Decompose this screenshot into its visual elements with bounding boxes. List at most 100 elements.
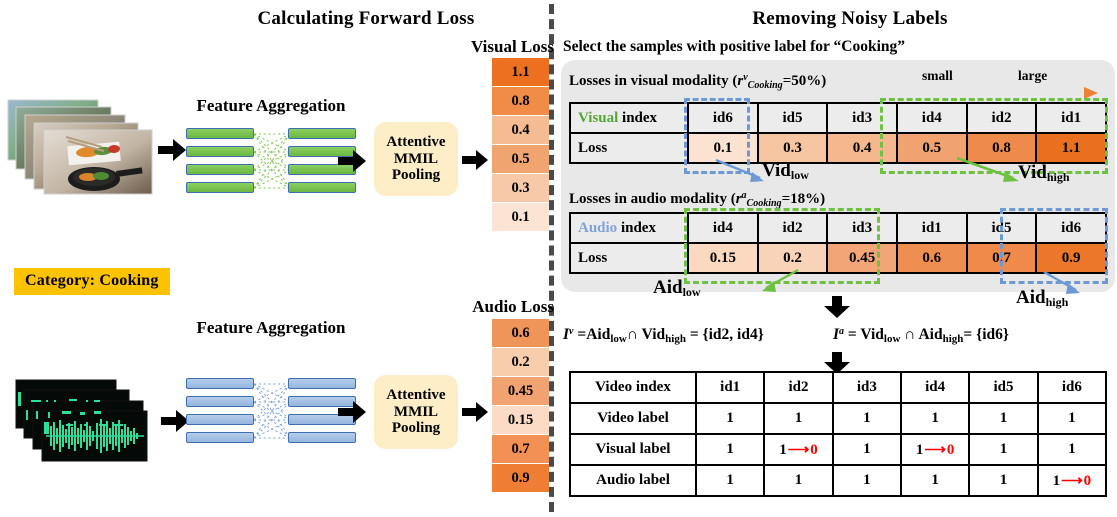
audio-loss-value-cell: 0.45 — [826, 242, 898, 274]
visual-caption-eq: =50%) — [782, 73, 827, 89]
arrow-down-to-formula — [824, 296, 850, 323]
final-index-cell: id2 — [763, 371, 834, 404]
pooling-line1-audio: Attentive — [386, 386, 446, 403]
audio-index-cell: id5 — [965, 212, 1038, 244]
visual-index-rowhead: Visual index — [569, 102, 689, 134]
vid-high-pointer-arrow — [955, 156, 1025, 189]
audio-label-cell: 1 — [968, 464, 1039, 497]
table-row: Audio index id4 id2 id3 id1 id5 id6 — [569, 212, 1107, 244]
formula-visual-cap: ∩ — [626, 326, 638, 343]
change-arrow-icon: ⟶ — [1061, 473, 1083, 489]
visual-loss-cell: 0.3 — [492, 174, 549, 203]
visual-feature-bars — [186, 128, 356, 196]
audio-label-cell: 1 — [831, 464, 902, 497]
visual-loss-cell: 0.4 — [492, 116, 549, 145]
visual-modality-caption: Losses in visual modality (rvCooking=50%… — [569, 72, 826, 91]
video-label-cell: 1 — [831, 402, 902, 435]
change-arrow-icon: ⟶ — [924, 442, 946, 458]
audio-spectrogram-stack — [14, 378, 164, 473]
visual-loss-title: Visual Loss — [471, 37, 554, 56]
visual-label-cell: 1 — [694, 433, 766, 466]
visual-loss-cell: 0.1 — [492, 203, 549, 232]
audio-label-cell: 1 — [899, 464, 971, 497]
visual-index-cell: id2 — [965, 102, 1038, 134]
arrow-features-to-pooling-audio — [338, 401, 366, 428]
vid-low-tag-sub: low — [790, 168, 809, 182]
visual-rowhead-rest: index — [618, 109, 658, 126]
aid-low-tag-sub: low — [682, 285, 701, 299]
audio-loss-value-cell: 0.15 — [687, 242, 759, 274]
visual-label-cell: 1⟶0 — [899, 433, 971, 466]
vid-high-tag-main: Vid — [1018, 162, 1047, 183]
visual-loss-rowhead: Loss — [569, 132, 689, 164]
arrow-pooling-to-audio-loss — [462, 402, 488, 427]
visual-loss-column: 1.1 0.8 0.4 0.5 0.3 0.1 — [492, 58, 549, 232]
vid-low-tag-main: Vid — [762, 160, 791, 181]
arrow-features-to-pooling-visual — [338, 150, 366, 177]
aid-high-tag-sub: high — [1045, 295, 1069, 309]
visual-loss-value-cell: 0.4 — [826, 132, 898, 164]
audio-loss-rowhead: Loss — [569, 242, 689, 274]
table-row: Loss 0.1 0.3 0.4 0.5 0.8 1.1 — [569, 132, 1107, 164]
formula-visual-s2: high — [665, 333, 686, 345]
video-label-cell: 1 — [694, 402, 766, 435]
final-row-label: Audio label — [569, 464, 697, 497]
visual-index-cell: id3 — [826, 102, 898, 134]
visual-label-cell: 1 — [1036, 433, 1108, 466]
visual-losses-table: Visual index id6 id5 id3 id4 id2 id1 Los… — [569, 102, 1107, 164]
final-index-cell: id1 — [694, 371, 766, 404]
audio-caption-sub: Cooking — [746, 198, 782, 209]
visual-index-cell: id4 — [895, 102, 968, 134]
audio-loss-cell: 0.15 — [492, 406, 549, 435]
formula-audio: Ia = Vidlow ∩ Aidhigh= {id6} — [833, 326, 1009, 345]
final-labels-table: Video index id1 id2 id3 id4 id5 id6 Vide… — [569, 371, 1108, 497]
video-frames-stack — [6, 97, 156, 197]
visual-feature-aggregation-label: Feature Aggregation — [196, 96, 346, 115]
final-row-label: Video label — [569, 402, 697, 435]
formula-visual-eq1: = — [573, 326, 587, 343]
formula-visual: Iv =Aidlow∩ Vidhigh = {id2, id4} — [563, 326, 764, 345]
change-arrow-icon: ⟶ — [787, 442, 810, 458]
visual-caption-sub: Cooking — [747, 80, 783, 91]
audio-label-cell: 1 — [694, 464, 766, 497]
arrow-audio-to-features — [161, 410, 189, 437]
visual-index-cell: id5 — [756, 102, 829, 134]
formula-visual-t1: Aid — [586, 326, 611, 343]
visual-label-cell: 1 — [831, 433, 902, 466]
audio-loss-cell: 0.9 — [492, 464, 549, 493]
left-panel-title: Calculating Forward Loss — [257, 8, 475, 29]
scale-small-label: small — [922, 68, 953, 83]
table-row: Video label 1 1 1 1 1 1 — [569, 402, 1108, 435]
audio-loss-cell: 0.6 — [492, 319, 549, 348]
audio-index-cell: id4 — [687, 212, 759, 244]
audio-label-cell: 1 — [763, 464, 834, 497]
final-row-label: Visual label — [569, 433, 697, 466]
audio-index-cell: id1 — [895, 212, 968, 244]
attentive-mmil-pooling-audio: Attentive MMIL Pooling — [374, 375, 458, 449]
audio-caption-eq: =18%) — [781, 191, 826, 207]
formula-visual-s1: low — [610, 333, 627, 345]
video-label-cell: 1 — [968, 402, 1039, 435]
visual-loss-cell: 0.5 — [492, 145, 549, 174]
visual-loss-value-cell: 1.1 — [1035, 132, 1107, 164]
audio-rowhead-rest: index — [617, 219, 656, 236]
pooling-line3-visual: Pooling — [391, 167, 441, 184]
table-row: Loss 0.15 0.2 0.45 0.6 0.7 0.9 — [569, 242, 1107, 274]
table-row: Video index id1 id2 id3 id4 id5 id6 — [569, 371, 1108, 404]
table-row: Audio label 1 1 1 1 1 1⟶0 — [569, 464, 1108, 497]
visual-loss-cell: 0.8 — [492, 87, 549, 116]
pooling-line3-audio: Pooling — [391, 420, 441, 437]
visual-rowhead-colored: Visual — [578, 109, 619, 126]
visual-index-cell: id6 — [687, 102, 759, 134]
audio-feature-bars — [186, 378, 356, 446]
vid-high-tag-sub: high — [1046, 170, 1070, 184]
audio-loss-cell: 0.7 — [492, 435, 549, 464]
audio-losses-table: Audio index id4 id2 id3 id1 id5 id6 Loss… — [569, 212, 1107, 274]
final-index-cell: id5 — [968, 371, 1039, 404]
table-row: Visual index id6 id5 id3 id4 id2 id1 — [569, 102, 1107, 134]
arrow-pooling-to-visual-loss — [462, 150, 488, 175]
audio-loss-cell: 0.45 — [492, 377, 549, 406]
arrow-video-to-features — [158, 139, 186, 166]
formula-audio-t2: Aid — [918, 326, 943, 343]
audio-modality-caption: Losses in audio modality (raCooking=18%) — [569, 190, 825, 209]
